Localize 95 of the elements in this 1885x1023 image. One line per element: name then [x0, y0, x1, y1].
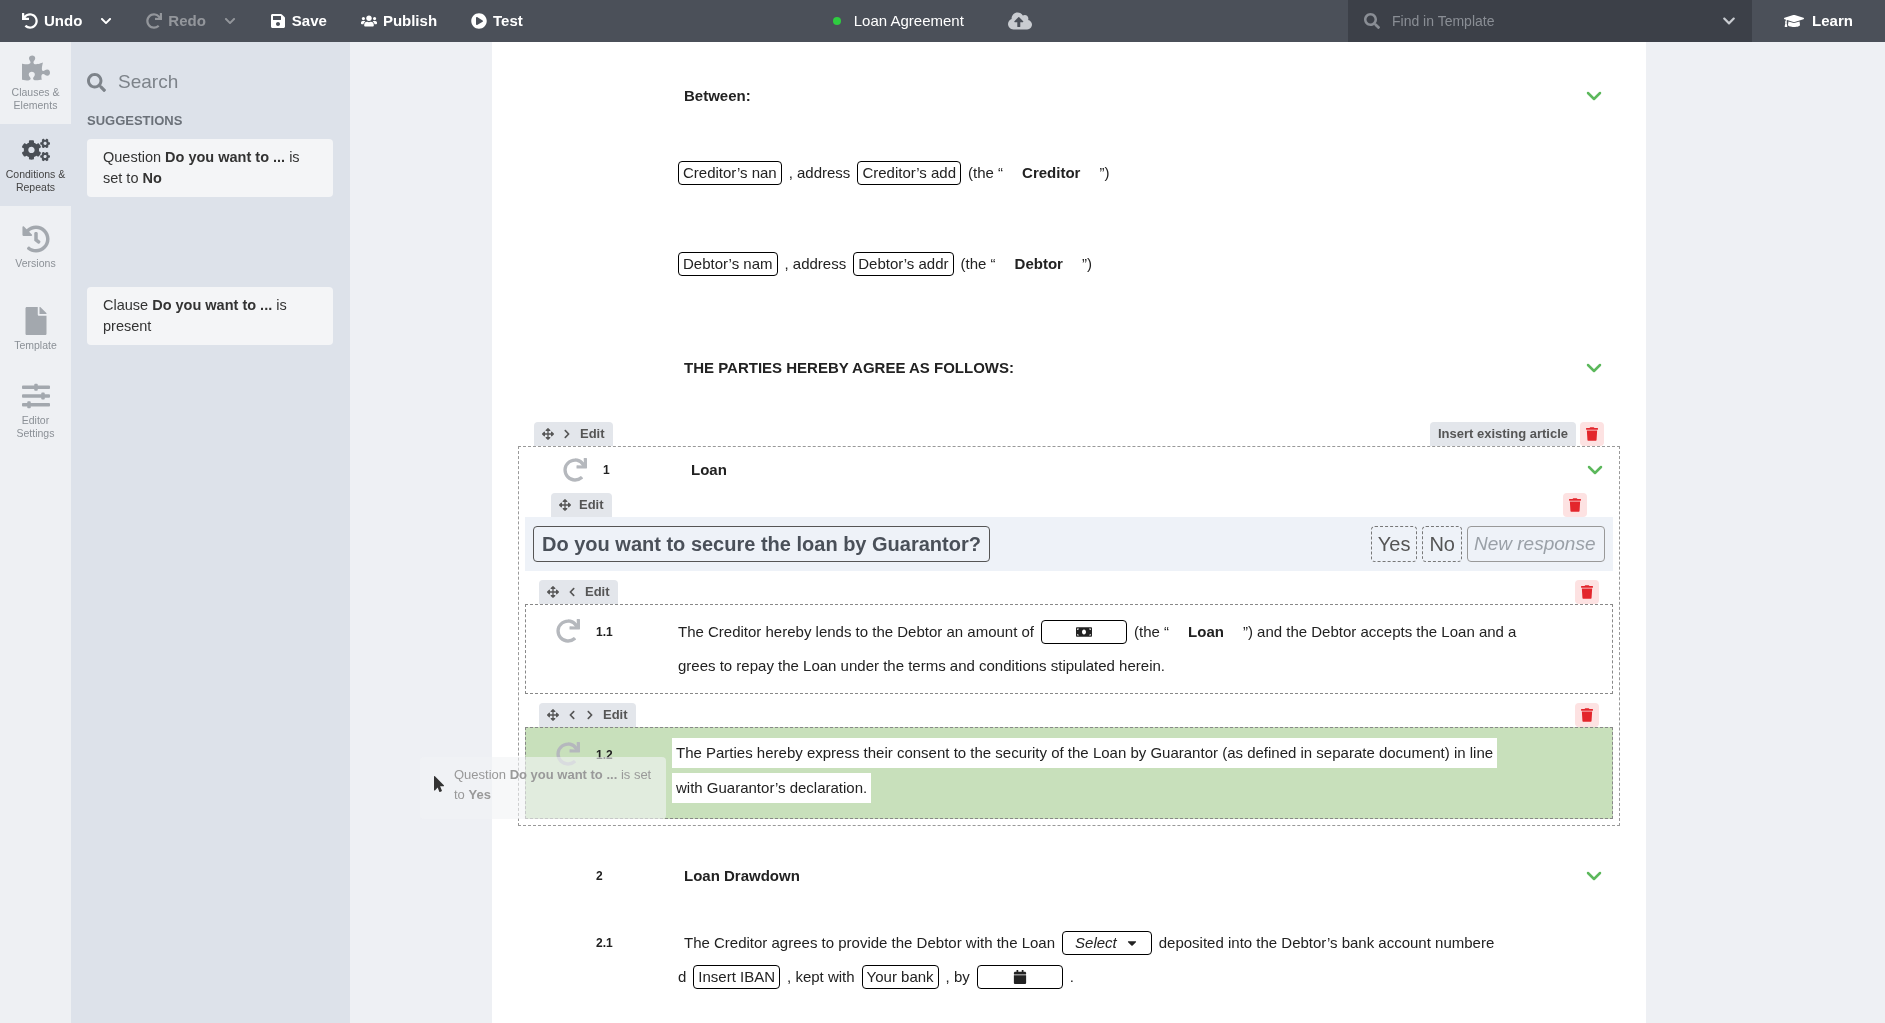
clause-text: ”): [1081, 253, 1092, 274]
clause-text: deposited into the Debtor’s bank account numbere: [1158, 932, 1495, 953]
move-icon[interactable]: [547, 586, 559, 598]
clause-text: ”): [1099, 162, 1110, 183]
chevron-right-icon[interactable]: [562, 429, 572, 439]
toolbar-button[interactable]: Save: [269, 9, 327, 33]
caret-icon: [223, 15, 236, 27]
history-icon: [21, 224, 50, 253]
input-field[interactable]: Debtor’s nam: [678, 252, 778, 276]
search-field[interactable]: Find in Template: [1392, 10, 1710, 32]
undo-icon: [22, 13, 38, 29]
date-field[interactable]: [976, 965, 1063, 989]
question-title[interactable]: Do you want to secure the loan by Guarantor?: [533, 526, 990, 562]
clause-text: The Parties hereby express their consent to the security of the Loan by Guarantor (as defined in separate document) in line: [676, 742, 1494, 763]
article-title: Loan Drawdown: [684, 865, 801, 886]
learn-button[interactable]: Learn: [1752, 0, 1885, 42]
article-title: Loan: [691, 459, 728, 480]
new-response-field[interactable]: New response: [1467, 526, 1605, 562]
edit-button[interactable]: Edit: [585, 582, 610, 602]
trash-icon: [1569, 498, 1581, 512]
edit-button[interactable]: Edit: [580, 424, 605, 444]
suggestion-card[interactable]: Question Do you want to ... is set to No: [87, 138, 333, 197]
chevron-right-icon[interactable]: [585, 710, 595, 720]
defined-term: Loan: [1187, 621, 1225, 642]
calendar-icon: [1012, 970, 1027, 984]
select-dropdown[interactable]: Select: [1062, 931, 1152, 955]
clause-text: with Guarantor’s declaration.: [676, 777, 868, 798]
gears-icon: [21, 136, 50, 164]
banknote-icon: [1076, 624, 1093, 640]
search-bar[interactable]: Find in Template: [1348, 0, 1752, 42]
clause-text: , by: [945, 966, 970, 987]
chevron-left-icon[interactable]: [567, 587, 577, 597]
edit-button[interactable]: Edit: [579, 495, 604, 515]
article-number: 1: [603, 462, 611, 479]
search-icon: [1364, 13, 1380, 29]
redo-icon: [146, 13, 163, 29]
answer-option[interactable]: No: [1422, 526, 1462, 562]
document-title: Loan Agreement: [853, 10, 964, 31]
trash-icon: [1581, 585, 1593, 599]
clause-text: ”) and the Debtor accepts the Loan and a: [1242, 621, 1517, 642]
chevron-left-icon[interactable]: [567, 710, 577, 720]
edit-button[interactable]: Edit: [603, 705, 628, 725]
answer-option[interactable]: Yes: [1370, 526, 1418, 562]
clause-number: 2.1: [596, 935, 614, 952]
clause-text: , address: [788, 162, 851, 183]
clause-text: , kept with: [787, 966, 855, 987]
caret-icon: [100, 15, 113, 27]
clause-text: .: [1069, 966, 1074, 987]
move-icon[interactable]: [559, 499, 571, 511]
clause-text: (the “: [1134, 621, 1170, 642]
trash-icon: [1586, 427, 1598, 441]
section-heading: Between:: [684, 85, 752, 106]
clause-text: , address: [784, 253, 847, 274]
article-number: 2: [596, 868, 604, 885]
clause-text: (the “: [968, 162, 1004, 183]
delete-button[interactable]: [1563, 493, 1587, 517]
clause-text: (the “: [960, 253, 996, 274]
trash-icon: [1581, 708, 1593, 722]
clause-text: grees to repay the Loan under the terms and conditions stipulated herein.: [678, 655, 1165, 676]
play-icon: [471, 13, 488, 29]
delete-button[interactable]: [1575, 580, 1599, 604]
insert-article-button[interactable]: Insert existing article: [1429, 422, 1576, 446]
suggestion-text: Question Do you want to ... is set to No: [103, 148, 300, 186]
search-field[interactable]: Search: [118, 67, 318, 97]
puzzle-icon: [21, 54, 50, 82]
clause-text: The Creditor hereby lends to the Debtor an amount of: [678, 621, 1035, 642]
input-field[interactable]: Debtor’s addr: [853, 252, 954, 276]
input-field[interactable]: Creditor’s nan: [678, 161, 782, 185]
toolbar-button[interactable]: Undo: [22, 9, 113, 33]
clause-number: 1.2: [596, 747, 614, 764]
move-icon[interactable]: [547, 709, 559, 721]
amount-field[interactable]: [1041, 620, 1128, 644]
suggestion-text: Question Do you want to ... is set to Yes: [454, 766, 653, 804]
rail-tab[interactable]: Conditions & Repeats: [0, 124, 71, 206]
input-field[interactable]: Creditor’s add: [857, 161, 962, 185]
delete-button[interactable]: [1580, 422, 1604, 446]
section-heading: THE PARTIES HEREBY AGREE AS FOLLOWS:: [684, 357, 1016, 378]
panel-heading: SUGGESTIONS: [87, 112, 184, 130]
input-field[interactable]: Your bank: [861, 965, 939, 989]
suggestion-card[interactable]: Clause Do you want to ... is present: [87, 286, 333, 345]
move-icon[interactable]: [542, 428, 554, 440]
delete-button[interactable]: [1575, 703, 1599, 727]
sliders-icon: [21, 382, 50, 410]
input-field[interactable]: Insert IBAN: [693, 965, 781, 989]
clause-number: 1.1: [596, 624, 614, 641]
clause-text: The Creditor agrees to provide the Debtor with the Loan: [684, 932, 1056, 953]
cursor-icon: [432, 776, 446, 792]
people-icon: [360, 13, 377, 29]
suggestion-text: Clause Do you want to ... is present: [103, 296, 287, 334]
clause-text: d: [678, 966, 687, 987]
defined-term: Creditor: [1021, 162, 1082, 183]
defined-term: Debtor: [1013, 253, 1064, 274]
search-icon: [87, 72, 106, 92]
toolbar-button[interactable]: Publish: [360, 9, 438, 33]
toolbar-button[interactable]: Test: [471, 9, 523, 33]
